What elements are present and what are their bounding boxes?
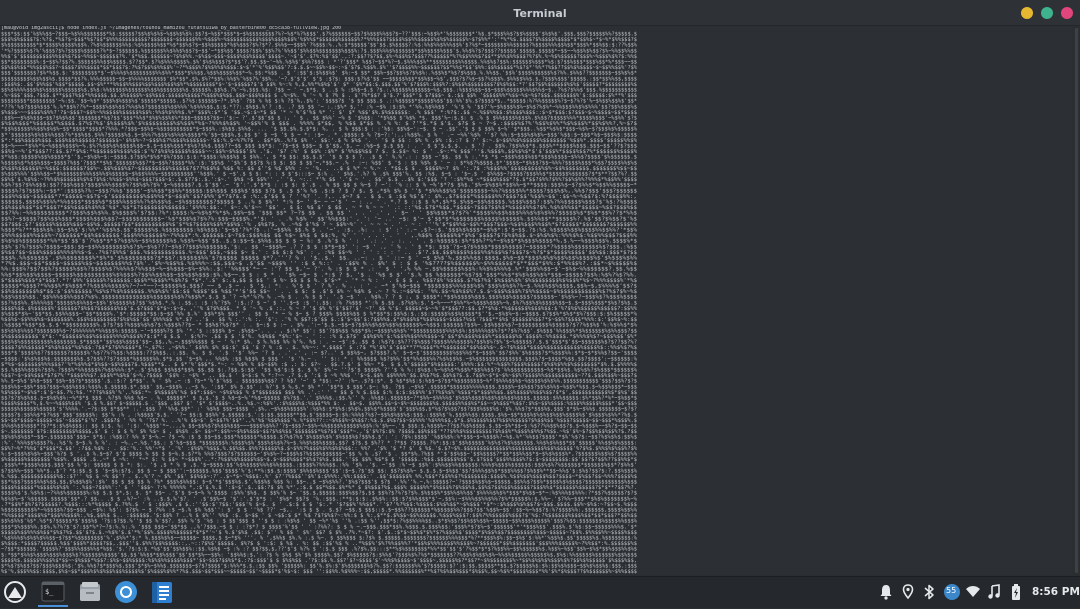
window-titlebar[interactable]: Terminal [0,0,1080,26]
updates-count: 55 [946,586,957,595]
svg-text:$_: $_ [45,588,54,596]
terminal-icon: $_ [41,581,65,602]
location-pin-icon[interactable] [900,583,916,601]
taskbar-app-editor[interactable] [149,579,175,605]
taskbar-app-terminal[interactable]: $_ [40,579,66,605]
terminal-output-area[interactable]: [mau@void img2ascii]$ node index.js ~/Im… [0,26,1072,575]
updates-indicator[interactable]: 55 [942,583,962,601]
chromium-icon [115,581,137,603]
file-manager-icon [80,582,100,601]
music-note-icon[interactable] [987,583,1001,601]
battery-charging-icon[interactable] [1010,583,1022,601]
ascii-art-line: %$'%,$$$%%$$:$$$$,$%$~$$*$$$%$%$%$$%$$%$… [1,569,637,575]
wifi-icon[interactable] [965,583,981,601]
bluetooth-icon[interactable] [922,583,936,601]
taskbar-app-chromium[interactable] [113,579,139,605]
scrollbar-thumb[interactable] [1075,28,1078,573]
taskbar: $_ 55 8:56 PM [0,576,1080,608]
terminal-scrollbar[interactable] [1074,28,1079,573]
distro-logo-icon[interactable] [3,580,27,606]
ascii-art-output: $$$*$$:$$'%$%%$$~?$$$~%$%%$$$$$$$*%$:$$$… [1,32,638,576]
window-title: Terminal [513,7,567,20]
bell-icon[interactable] [878,583,894,601]
clock[interactable]: 8:56 PM [1032,586,1080,598]
maximize-button[interactable] [1041,7,1053,19]
close-button[interactable] [1061,7,1073,19]
text-editor-icon [152,582,172,603]
minimize-button[interactable] [1021,7,1033,19]
taskbar-app-files[interactable] [77,579,103,605]
